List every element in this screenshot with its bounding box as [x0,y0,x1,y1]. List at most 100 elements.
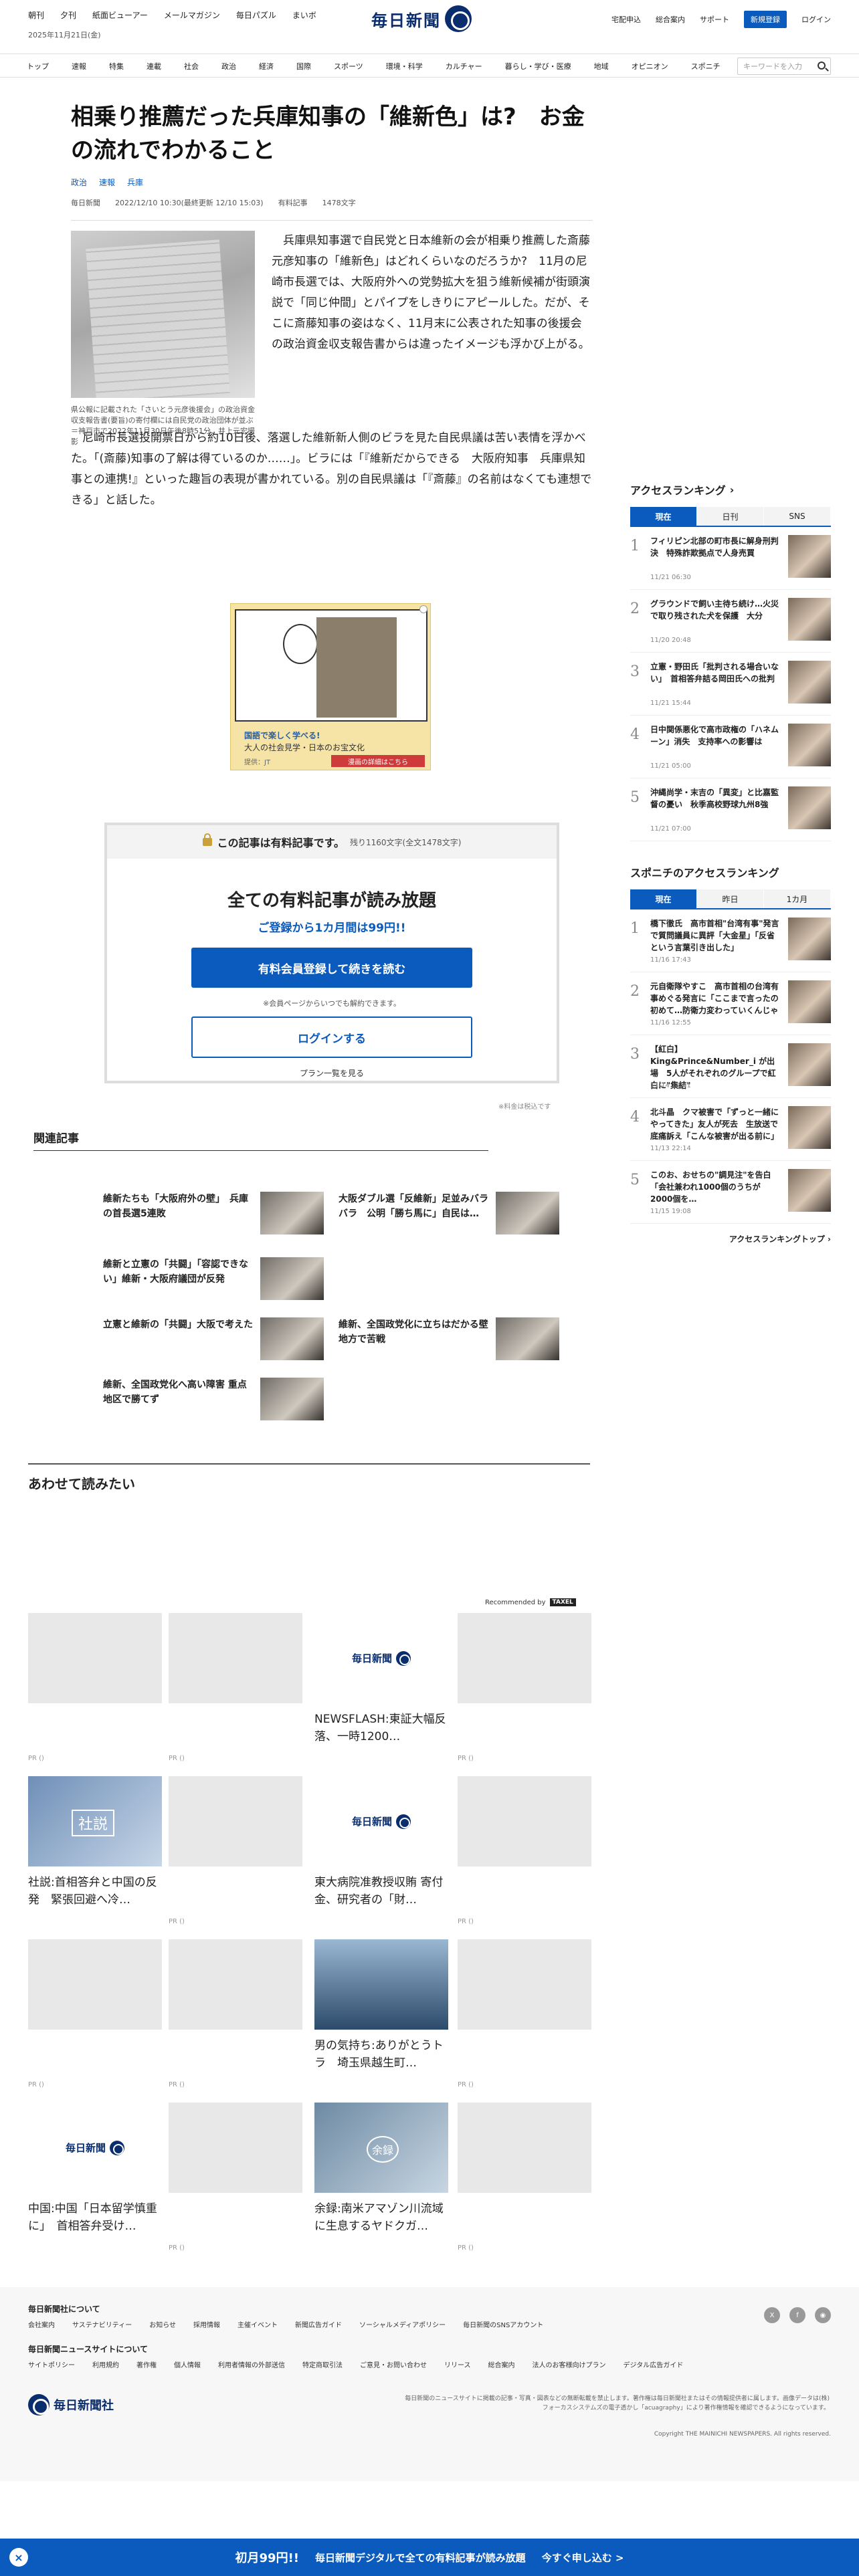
paywall-login-button[interactable]: ログインする [191,1016,472,1058]
related-item[interactable]: 維新と立憲の「共闘」「容認できない」維新・大阪府議団が反発 [103,1257,324,1304]
footer-link[interactable]: 利用規約 [92,2359,119,2369]
subscribe-button[interactable]: 有料会員登録して続きを読む [191,948,472,988]
nav-item-economy[interactable]: 経済 [259,61,274,72]
nav-item-breaking[interactable]: 速報 [72,61,86,72]
support-link[interactable]: サポート [700,14,729,25]
recommend-card[interactable]: 毎日新聞 東大病院准教授収賄 寄付金、研究者の「財… [314,1776,448,1930]
nav-item-international[interactable]: 国際 [296,61,311,72]
footer-link[interactable]: 採用情報 [193,2319,220,2329]
footer-link[interactable]: ソーシャルメディアポリシー [359,2319,446,2329]
ranking-item[interactable]: 5 このお、おせちの"調見注"を告白「会社兼われ1000個のうちが2000個を… 1… [630,1161,831,1224]
recommend-card[interactable]: 男の気持ち:ありがとうトラ 埼玉県越生町… [314,1939,448,2093]
guide-link[interactable]: 総合案内 [656,14,685,25]
footer-link[interactable]: 利用者情報の外部送信 [218,2359,285,2369]
nav-item-region[interactable]: 地域 [594,61,609,72]
related-item[interactable]: 大阪ダブル選「反維新」足並みバラバラ 公明「勝ち馬に」自民は… [339,1192,559,1239]
delivery-link[interactable]: 宅配申込 [611,14,641,25]
nav-item-features[interactable]: 特集 [109,61,124,72]
ranking-heading[interactable]: アクセスランキング › [630,481,831,498]
recommend-card[interactable]: PR () [28,1939,162,2093]
nav-item-sports[interactable]: スポーツ [334,61,363,72]
footer-link[interactable]: 新聞広告ガイド [295,2319,342,2329]
ranking-item[interactable]: 2 元自衛隊やすこ 高市首相の台湾有事めぐる発言に「ここまで言ったの初めて…防衛力… [630,972,831,1035]
footer-link[interactable]: サイトポリシー [28,2359,75,2369]
nav-item-sponichi[interactable]: スポニチ [691,61,721,72]
top-link-morning[interactable]: 朝刊 [28,9,44,21]
nav-item-culture[interactable]: カルチャー [446,61,482,72]
footer-link[interactable]: リリース [444,2359,471,2369]
ranking-item[interactable]: 4 北斗晶 クマ被害で「ずっと一緒にやってきた」友人が死去 生放送で底痛訴え「こん… [630,1098,831,1161]
ranking-item[interactable]: 3 立憲・野田氏「批判される場合いない」 首相答弁詰る岡田氏への批判 11/21 1… [630,653,831,716]
recommend-card[interactable]: PR () [169,1939,302,2093]
tab-sponichi-month[interactable]: 1カ月 [764,889,831,908]
nav-item-opinion[interactable]: オピニオン [632,61,668,72]
top-link-viewer[interactable]: 紙面ビューアー [92,9,148,21]
nav-item-politics[interactable]: 政治 [221,61,236,72]
recommend-card[interactable]: PR () [28,1613,162,1767]
tag-breaking[interactable]: 速報 [99,177,115,188]
ranking-more-link[interactable]: アクセスランキングトップ › [630,1233,831,1245]
related-item[interactable]: 維新、全国政党化へ高い障害 重点地区で勝てず [103,1378,324,1424]
tab-daily[interactable]: 日刊 [697,507,764,526]
ranking-item[interactable]: 1 フィリピン北部の町市長に解身刑判決 特殊詐欺拠点で人身売買 11/21 06:3… [630,527,831,590]
x-icon[interactable]: X [764,2307,780,2323]
recommend-card[interactable]: PR () [458,1776,591,1930]
footer-link[interactable]: 毎日新聞のSNSアカウント [463,2319,543,2329]
ranking-item[interactable]: 2 グラウンドで飼い主待ち続け…火災で取り残された犬を保護 大分 11/20 20:… [630,590,831,653]
recommend-card[interactable]: PR () [458,1613,591,1767]
top-link-maibo[interactable]: まいボ [292,9,316,21]
related-item[interactable]: 維新、全国政党化に立ちはだかる壁 地方で苦戦 [339,1317,559,1364]
recommend-card[interactable]: 毎日新聞 中国:中国「日本留学慎重に」 首相答弁受け… [28,2103,162,2256]
tag-hyogo[interactable]: 兵庫 [127,177,143,188]
footer-link[interactable]: 特定商取引法 [302,2359,343,2369]
recommend-card[interactable]: PR () [458,2103,591,2256]
footer-logo[interactable]: 毎日新聞社 [28,2394,114,2416]
footer-link[interactable]: 主催イベント [237,2319,278,2329]
tab-now[interactable]: 現在 [630,507,697,526]
related-item[interactable]: 維新たちも「大阪府外の壁」 兵庫の首長選5連敗 [103,1192,324,1239]
footer-link[interactable]: 会社案内 [28,2319,55,2329]
footer-link[interactable]: 著作権 [136,2359,157,2369]
nav-item-top[interactable]: トップ [27,61,49,72]
ranking-item[interactable]: 4 日中関係悪化で高市政権の「ハネムーン」消失 支持率への影響は 11/21 05:… [630,716,831,778]
manga-ad[interactable]: 国語で楽しく学べる! 大人の社会見学・日本のお宝文化 提供：JT 漫画の詳細はこ… [230,603,431,770]
related-item[interactable]: 立憲と維新の「共闘」大阪で考えた [103,1317,324,1364]
footer-link[interactable]: 総合案内 [488,2359,515,2369]
top-link-puzzle[interactable]: 毎日パズル [236,9,276,21]
recommend-card[interactable]: PR () [169,2103,302,2256]
ranking-item[interactable]: 5 沖縄尚学・末吉の「異変」と比嘉監督の憂い 秋季高校野球九州8強 11/21 07… [630,778,831,841]
facebook-icon[interactable]: f [789,2307,805,2323]
tab-sns[interactable]: SNS [764,507,831,526]
footer-link[interactable]: デジタル広告ガイド [624,2359,684,2369]
nav-item-series[interactable]: 連載 [147,61,161,72]
recommend-card[interactable]: PR () [169,1613,302,1767]
nav-item-life[interactable]: 暮らし・学び・医療 [505,61,571,72]
banner-cta[interactable]: 今すぐ申し込む > [542,2551,624,2565]
search-input[interactable]: キーワードを入力 [737,58,831,75]
recommend-card[interactable]: PR () [458,1939,591,2093]
recommend-card[interactable]: 社説 社説:首相答弁と中国の反発 緊張回避へ冷… [28,1776,162,1930]
ad-cta[interactable]: 漫画の詳細はこちら [331,755,425,767]
plan-list-link[interactable]: プラン一覧を見る [107,1067,557,1079]
top-link-evening[interactable]: 夕刊 [60,9,76,21]
recommend-card[interactable]: PR () [169,1776,302,1930]
close-icon[interactable]: × [9,2548,28,2567]
tag-politics[interactable]: 政治 [71,177,87,188]
footer-link[interactable]: サステナビリティー [72,2319,132,2329]
search-icon[interactable] [818,62,826,70]
footer-link[interactable]: 個人情報 [174,2359,201,2369]
ad-info-icon[interactable] [419,605,427,613]
top-link-mail[interactable]: メールマガジン [164,9,220,21]
login-link[interactable]: ログイン [801,14,831,25]
ranking-item[interactable]: 3 【紅白】King&Prince&Number_i が出場 5人がそれぞれのグル… [630,1035,831,1098]
ranking-item[interactable]: 1 橋下徹氏 高市首相"台湾有事"発言で質問議員に異評「大金星」「反省という言葉引… [630,909,831,972]
site-logo[interactable]: 毎日新聞 [371,5,472,32]
nav-item-science[interactable]: 環境・科学 [386,61,423,72]
article-photo[interactable] [71,231,255,398]
footer-link[interactable]: 法人のお客様向けプラン [533,2359,606,2369]
tab-sponichi-now[interactable]: 現在 [630,889,697,908]
rss-icon[interactable]: ◉ [815,2307,831,2323]
tab-sponichi-yesterday[interactable]: 昨日 [697,889,764,908]
recommend-card[interactable]: 毎日新聞 NEWSFLASH:東証大幅反落、一時1200… [314,1613,448,1767]
register-button[interactable]: 新規登録 [744,11,787,28]
